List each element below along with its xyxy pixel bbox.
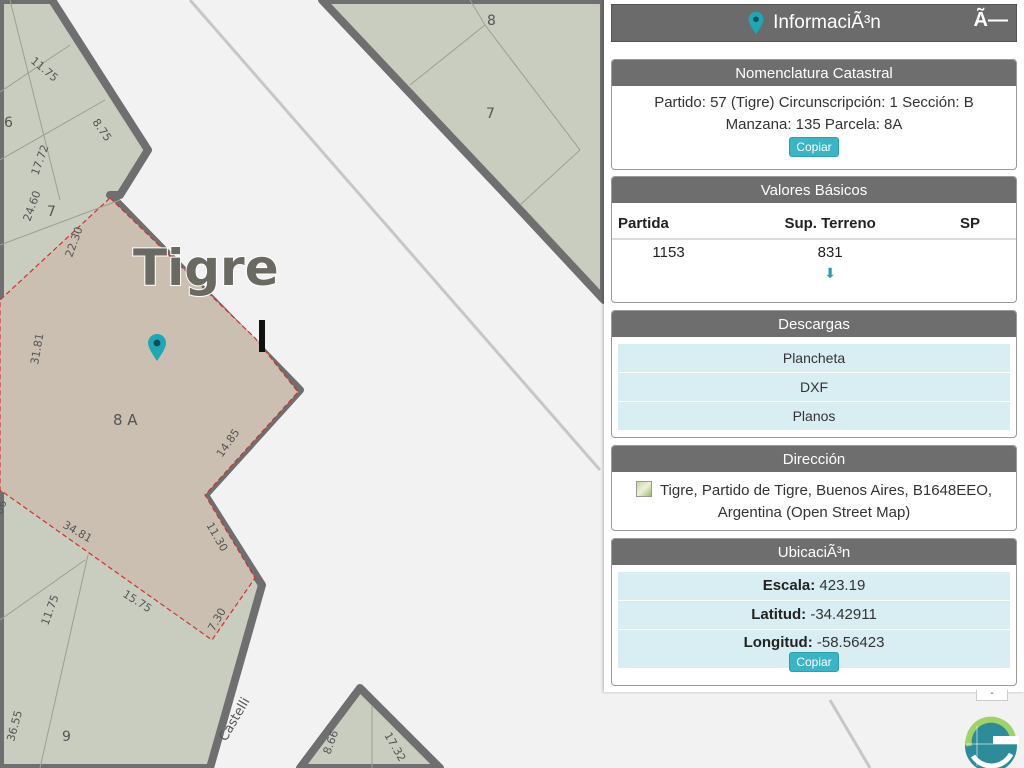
latitud-label: Latitud: [751, 606, 807, 623]
address-line-2: Argentina (Open Street Map) [717, 504, 911, 521]
valores-table: Partida Sup. Terreno SP 1153 831 ⬇ [612, 209, 1016, 286]
longitud-label: Longitud: [743, 634, 813, 651]
download-plancheta-link[interactable]: Plancheta [618, 343, 1010, 372]
valores-card: Valores Básicos Partida Sup. Terreno SP … [611, 176, 1017, 303]
panel-title: InformaciÃ³n [773, 12, 881, 33]
lot-number-7-left: 7 [47, 204, 56, 220]
map-control-stub[interactable]: - [976, 689, 1008, 701]
escala-value: 423.19 [819, 577, 866, 594]
ubicacion-header: UbicaciÃ³n [612, 539, 1016, 565]
lot-number-9: 9 [62, 729, 71, 745]
col-partida: Partida [612, 209, 726, 240]
download-dxf-link[interactable]: DXF [618, 372, 1010, 401]
parcel-label: 8 A [113, 411, 138, 429]
cell-sup-terreno: 831 [817, 244, 843, 261]
map-caret-mark [259, 320, 265, 352]
direccion-card: Dirección Tigre, Partido de Tigre, Bueno… [611, 445, 1017, 531]
ubicacion-card: UbicaciÃ³n Escala: 423.19 Latitud: -34.4… [611, 538, 1017, 686]
nomenclatura-line-1: Partido: 57 (Tigre) Circunscripción: 1 S… [654, 94, 974, 111]
escala-label: Escala: [762, 577, 816, 594]
col-sup-terreno: Sup. Terreno [725, 209, 936, 240]
panel-titlebar: InformaciÃ³n Ã— [611, 4, 1017, 42]
download-icon[interactable]: ⬇ [824, 265, 836, 281]
download-planos-link[interactable]: Planos [618, 401, 1010, 430]
latitud-row: Latitud: -34.42911 [618, 600, 1010, 629]
location-pin-icon [748, 11, 764, 35]
latitud-value: -34.42911 [810, 606, 877, 623]
cell-sp [935, 239, 1016, 265]
descargas-header: Descargas [612, 311, 1016, 337]
copy-nomenclatura-button[interactable]: Copiar [789, 137, 839, 157]
app-logo-icon [965, 716, 1019, 768]
lot-number-7-right: 7 [486, 106, 495, 122]
lot-number-8: 8 [487, 13, 496, 29]
lot-number-6: 6 [4, 115, 13, 131]
longitud-value: -58.56423 [816, 634, 885, 651]
copy-ubicacion-button[interactable]: Copiar [789, 652, 839, 672]
map-thumbnail-icon [635, 481, 652, 497]
descargas-card: Descargas Plancheta DXF Planos [611, 310, 1017, 438]
close-icon[interactable]: Ã— [974, 9, 1008, 32]
info-panel: InformaciÃ³n Ã— Nomenclatura Catastral P… [604, 0, 1024, 692]
table-row: 1153 831 [612, 239, 1016, 265]
cell-partida: 1153 [652, 244, 685, 261]
nomenclatura-line-2: Manzana: 135 Parcela: 8A [725, 116, 903, 133]
direccion-header: Dirección [612, 446, 1016, 472]
valores-header: Valores Básicos [612, 177, 1016, 203]
nomenclatura-header: Nomenclatura Catastral [612, 60, 1016, 86]
escala-row: Escala: 423.19 [618, 571, 1010, 600]
longitud-row: Longitud: -58.56423 Copiar [618, 629, 1010, 672]
place-label: Tigre [133, 239, 279, 297]
address-line-1: Tigre, Partido de Tigre, Buenos Aires, B… [659, 482, 993, 499]
col-sp: SP [935, 209, 1016, 240]
nomenclatura-card: Nomenclatura Catastral Partido: 57 (Tigr… [611, 59, 1017, 170]
